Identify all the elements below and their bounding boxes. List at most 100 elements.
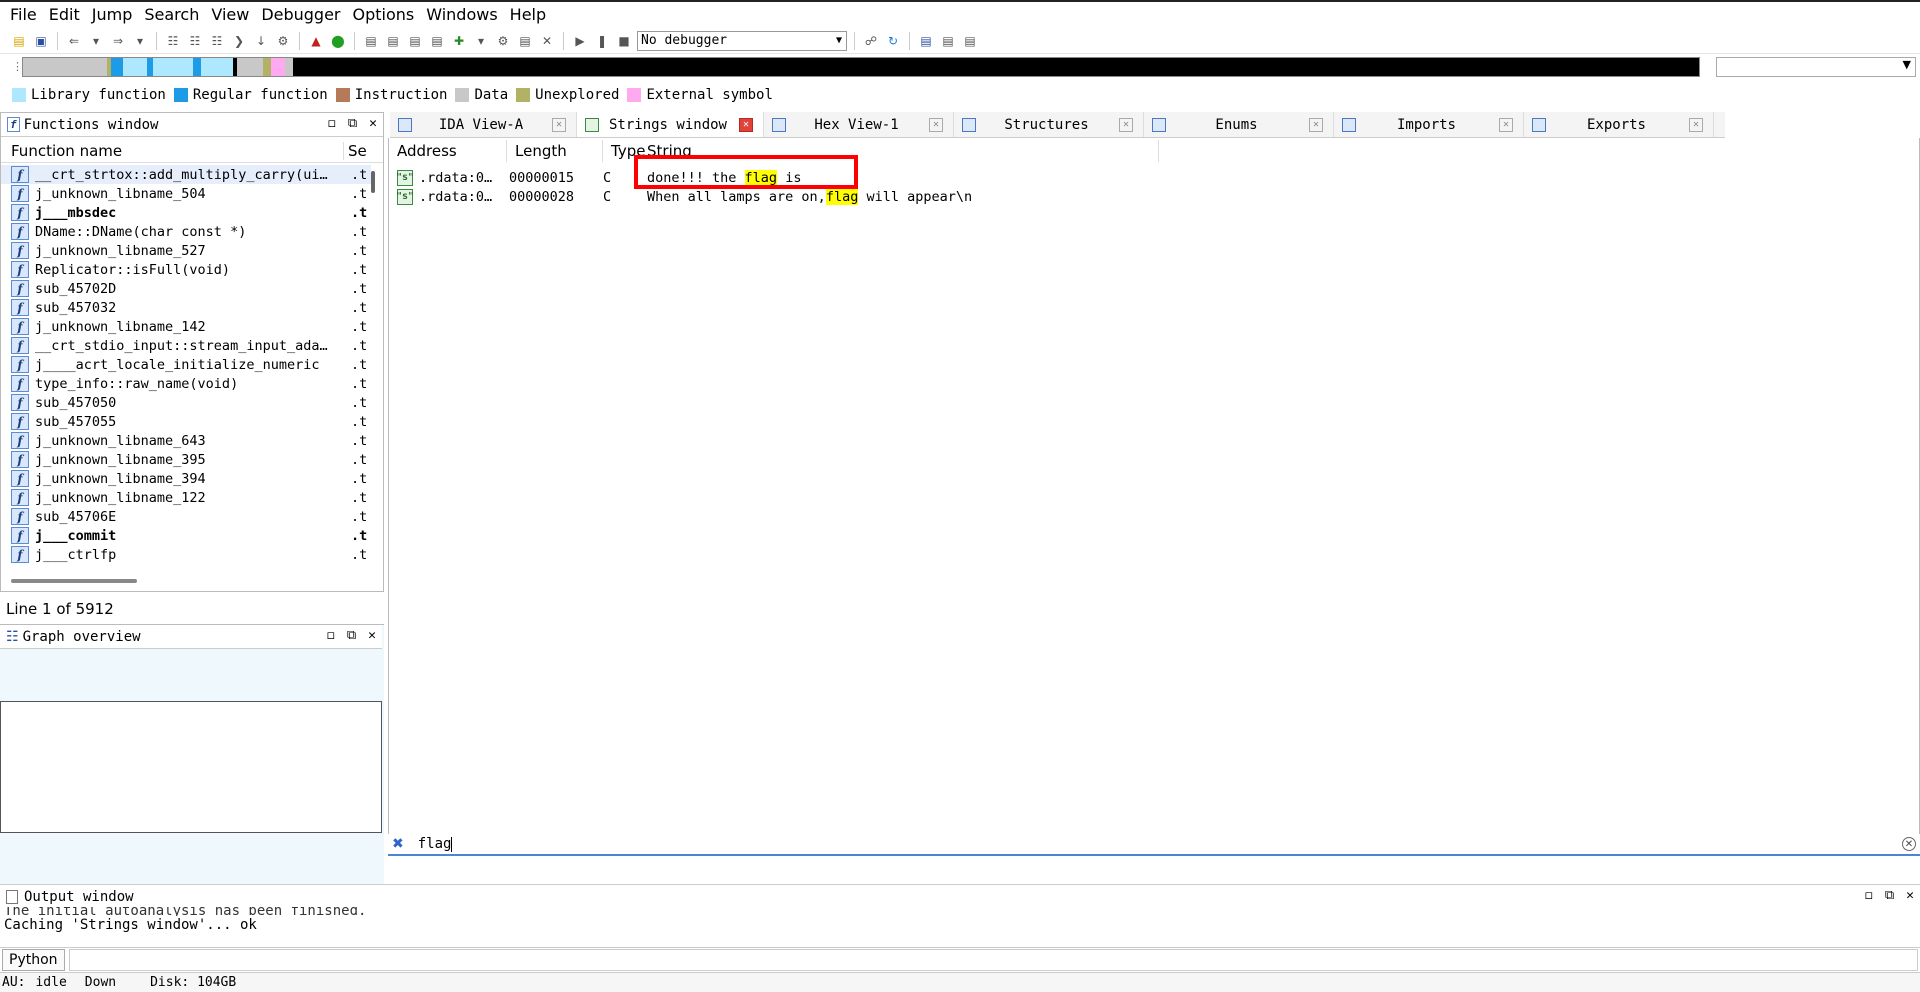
column-function-name[interactable]: Function name	[1, 142, 343, 160]
close-icon[interactable]: ✕	[1499, 117, 1513, 132]
function-row[interactable]: f j_unknown_libname_122 .t	[1, 488, 371, 507]
filter-input[interactable]: flag	[418, 836, 452, 852]
segment-select[interactable]: ▼	[1716, 57, 1916, 77]
debugger-select[interactable]: No debugger ▼	[637, 30, 847, 51]
float-icon[interactable]: ⧉	[348, 116, 357, 131]
string-icon[interactable]: ▤	[406, 32, 424, 50]
list-icon[interactable]: ▤	[917, 32, 935, 50]
tab-imports[interactable]: Imports ✕	[1334, 112, 1524, 137]
column-address[interactable]: Address	[389, 140, 507, 162]
menu-debugger[interactable]: Debugger	[255, 3, 346, 27]
function-row[interactable]: f j___ctrlfp .t	[1, 545, 371, 564]
function-row[interactable]: f j_unknown_libname_142 .t	[1, 317, 371, 336]
python-button[interactable]: Python	[2, 948, 65, 971]
menu-view[interactable]: View	[205, 3, 255, 27]
function-row[interactable]: f __crt_strtox::add_multiply_carry(ui… .t	[1, 165, 371, 184]
refresh-icon[interactable]: ↻	[884, 32, 902, 50]
pause-icon[interactable]: ❚	[593, 32, 611, 50]
tab-ida-view-a[interactable]: IDA View-A ✕	[390, 112, 577, 137]
chevron-down-icon[interactable]: ▾	[87, 32, 105, 50]
close-icon[interactable]: ✕	[929, 117, 943, 132]
function-row[interactable]: f __crt_stdio_input::stream_input_ada… .t	[1, 336, 371, 355]
maximize-icon[interactable]: ◻	[1865, 888, 1873, 903]
tab-strings-window[interactable]: Strings window ✕	[577, 112, 764, 137]
string-row[interactable]: "s" .rdata:0… 00000028 C When all lamps …	[389, 187, 972, 206]
function-row[interactable]: f sub_457032 .t	[1, 298, 371, 317]
open-folder-icon[interactable]: ▤	[10, 32, 28, 50]
column-segment[interactable]: Se	[343, 141, 383, 160]
menu-edit[interactable]: Edit	[43, 3, 86, 27]
close-icon[interactable]: ✕	[1906, 888, 1914, 903]
vertical-scrollbar[interactable]	[371, 171, 375, 193]
save-icon[interactable]: ▣	[32, 32, 50, 50]
data-icon[interactable]: ▤	[384, 32, 402, 50]
menu-options[interactable]: Options	[347, 3, 421, 27]
code-icon[interactable]: ▤	[362, 32, 380, 50]
graph-overview-canvas[interactable]	[0, 701, 382, 833]
function-row[interactable]: f sub_45706E .t	[1, 507, 371, 526]
xref-icon[interactable]: ⚙	[274, 32, 292, 50]
function-row[interactable]: f Replicator::isFull(void) .t	[1, 260, 371, 279]
play-icon[interactable]: ▶	[571, 32, 589, 50]
command-input[interactable]	[68, 948, 1918, 971]
column-length[interactable]: Length	[507, 140, 603, 162]
horizontal-scrollbar[interactable]	[11, 579, 137, 583]
function-row[interactable]: f j___commit .t	[1, 526, 371, 545]
function-row[interactable]: f j_unknown_libname_395 .t	[1, 450, 371, 469]
breakpoint-icon[interactable]: ▤	[939, 32, 957, 50]
array-icon[interactable]: ▤	[428, 32, 446, 50]
tab-exports[interactable]: Exports ✕	[1524, 112, 1714, 137]
float-icon[interactable]: ⧉	[1885, 888, 1894, 903]
menu-help[interactable]: Help	[504, 3, 552, 27]
clear-filter-icon[interactable]: ✕	[1902, 837, 1916, 851]
close-icon[interactable]: ✕	[538, 32, 556, 50]
function-row[interactable]: f j____acrt_locale_initialize_numeric .t	[1, 355, 371, 374]
back-arrow-icon[interactable]: ⇐	[65, 32, 83, 50]
menu-windows[interactable]: Windows	[420, 3, 503, 27]
function-row[interactable]: f sub_45702D .t	[1, 279, 371, 298]
function-row[interactable]: f type_info::raw_name(void) .t	[1, 374, 371, 393]
close-icon[interactable]: ✕	[1309, 117, 1323, 132]
function-row[interactable]: f DName::DName(char const *) .t	[1, 222, 371, 241]
down-arrow-icon[interactable]: ↓	[252, 32, 270, 50]
plus-icon[interactable]: ✚	[450, 32, 468, 50]
close-icon[interactable]: ✕	[739, 117, 753, 132]
graph-icon[interactable]: ▲	[307, 32, 325, 50]
stop-icon[interactable]: ■	[615, 32, 633, 50]
search-text-icon[interactable]: ☷	[164, 32, 182, 50]
jump-icon[interactable]: ❯	[230, 32, 248, 50]
function-row[interactable]: f j_unknown_libname_394 .t	[1, 469, 371, 488]
close-icon[interactable]: ✕	[1689, 117, 1703, 132]
forward-arrow-icon[interactable]: ⇒	[109, 32, 127, 50]
function-row[interactable]: f sub_457055 .t	[1, 412, 371, 431]
chevron-down-icon[interactable]: ▾	[131, 32, 149, 50]
close-icon[interactable]: ✕	[368, 628, 376, 643]
breakpoint-delete-icon[interactable]: ▤	[961, 32, 979, 50]
float-icon[interactable]: ⧉	[347, 628, 356, 643]
tab-enums[interactable]: Enums ✕	[1144, 112, 1334, 137]
struct-icon[interactable]: ▤	[516, 32, 534, 50]
maximize-icon[interactable]: ◻	[327, 628, 335, 643]
function-row[interactable]: f j_unknown_libname_527 .t	[1, 241, 371, 260]
patch-icon[interactable]: ⚙	[494, 32, 512, 50]
tab-structures[interactable]: Structures ✕	[954, 112, 1144, 137]
search-binary-icon[interactable]: ☷	[186, 32, 204, 50]
function-row[interactable]: f j_unknown_libname_643 .t	[1, 431, 371, 450]
function-row[interactable]: f sub_457050 .t	[1, 393, 371, 412]
navigation-band[interactable]	[22, 57, 1700, 77]
green-circle-icon[interactable]: ⬤	[329, 32, 347, 50]
function-row[interactable]: f j_unknown_libname_504 .t	[1, 184, 371, 203]
attach-icon[interactable]: ☍	[862, 32, 880, 50]
close-icon[interactable]: ✕	[369, 116, 377, 131]
chevron-down-icon[interactable]: ▾	[472, 32, 490, 50]
search-imm-icon[interactable]: ☷	[208, 32, 226, 50]
close-icon[interactable]: ✕	[1119, 117, 1133, 132]
menu-search[interactable]: Search	[138, 3, 205, 27]
close-icon[interactable]: ✕	[552, 117, 566, 132]
menu-jump[interactable]: Jump	[86, 3, 139, 27]
maximize-icon[interactable]: ◻	[328, 116, 336, 131]
menu-file[interactable]: File	[4, 3, 43, 27]
tab-hex-view-1[interactable]: Hex View-1 ✕	[764, 112, 954, 137]
close-filter-icon[interactable]: ✖	[392, 836, 404, 852]
function-row[interactable]: f j___mbsdec .t	[1, 203, 371, 222]
